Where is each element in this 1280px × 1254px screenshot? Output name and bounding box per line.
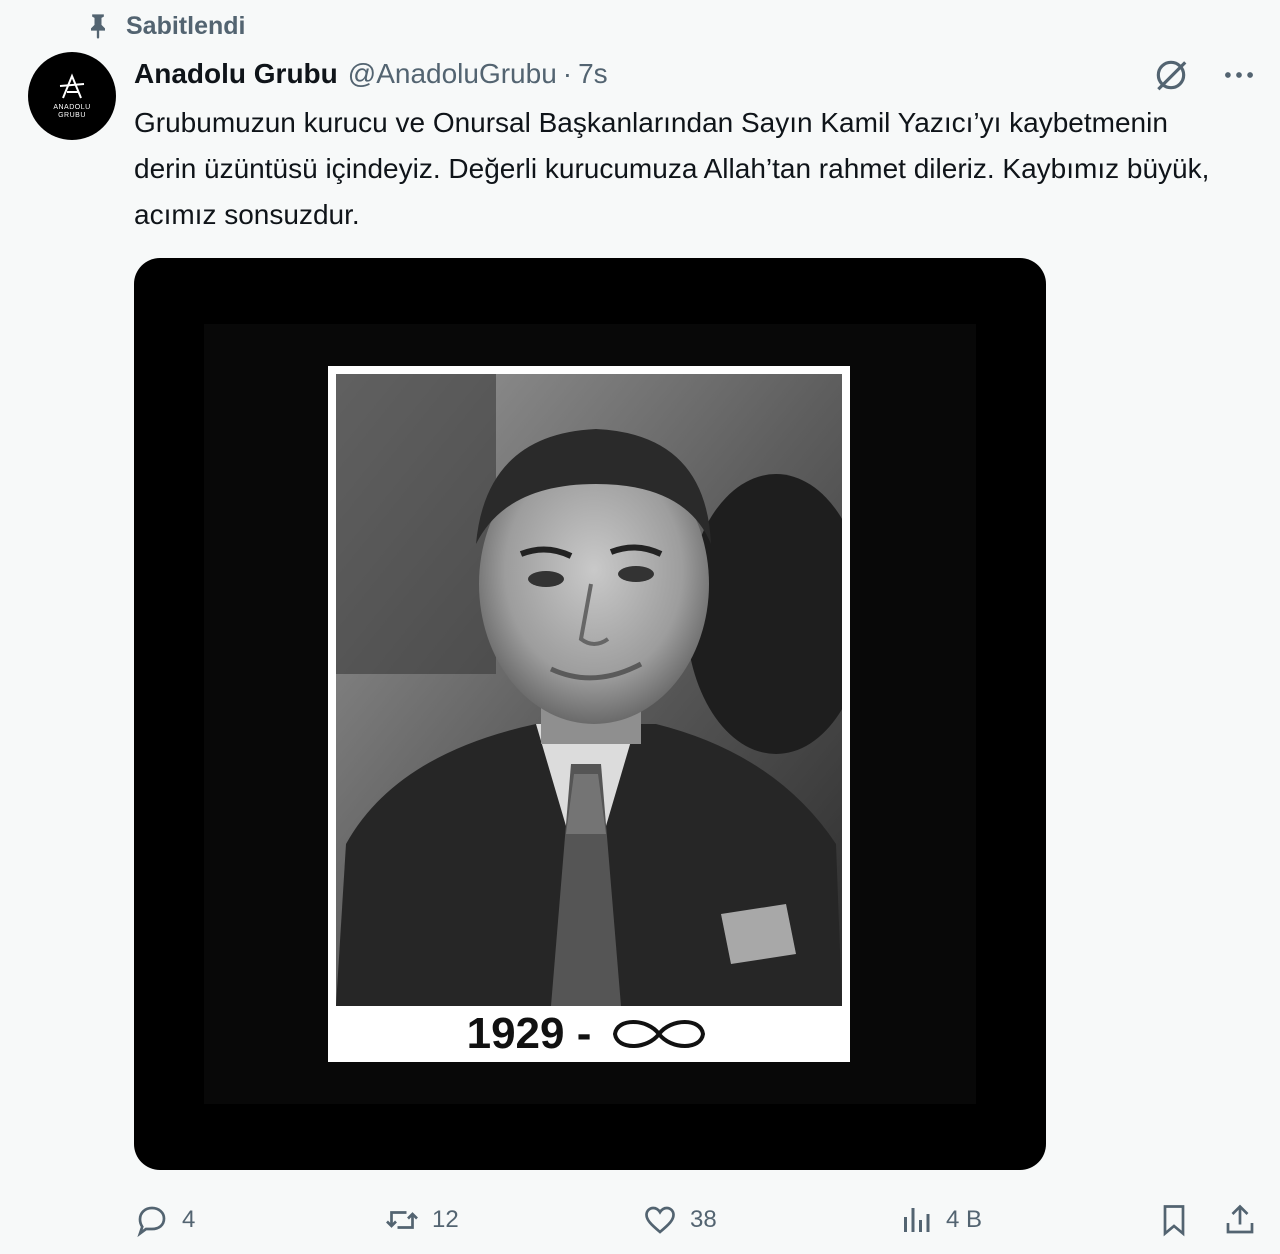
display-name[interactable]: Anadolu Grubu: [134, 58, 338, 90]
avatar[interactable]: ANADOLU GRUBU: [28, 52, 116, 140]
retweet-count: 12: [432, 1206, 459, 1233]
reply-count: 4: [182, 1206, 196, 1233]
like-count: 38: [690, 1206, 717, 1233]
user-handle[interactable]: @AnadoluGrubu: [348, 58, 557, 90]
timestamp[interactable]: 7s: [578, 58, 608, 90]
pinned-indicator: Sabitlendi: [84, 8, 245, 44]
heart-icon: [645, 1206, 675, 1234]
memorial-years: 1929 -: [328, 1006, 850, 1062]
pinned-label: Sabitlendi: [126, 11, 246, 40]
retweet-button[interactable]: 12: [384, 1198, 459, 1242]
more-icon[interactable]: [1220, 56, 1258, 94]
bookmark-icon: [1163, 1205, 1185, 1237]
year-text: 1929 -: [466, 1009, 592, 1058]
tweet-media[interactable]: 1929 -: [134, 258, 1046, 1170]
anadolu-logo-icon: [59, 73, 85, 99]
tweet-text: Grubumuzun kurucu ve Onursal Başkanların…: [134, 107, 1210, 230]
bookmark-button[interactable]: [1156, 1198, 1192, 1242]
share-icon: [1226, 1204, 1254, 1234]
portrait-photo: [336, 374, 842, 1006]
infinity-icon: [613, 1020, 706, 1048]
pin-icon: [91, 14, 105, 39]
share-button[interactable]: [1222, 1198, 1258, 1242]
views-icon: [904, 1208, 930, 1232]
avatar-logo-text: ANADOLU GRUBU: [53, 104, 91, 119]
views-button[interactable]: 4 B: [898, 1198, 982, 1242]
like-button[interactable]: 38: [642, 1198, 717, 1242]
reply-icon: [137, 1206, 166, 1238]
tweet-action-bar: 4 12 38 4 B: [134, 1198, 1258, 1242]
views-count: 4 B: [946, 1206, 983, 1233]
tweet-top-actions: [1152, 56, 1258, 94]
reply-button[interactable]: 4: [134, 1198, 195, 1242]
tweet-header: Anadolu Grubu @AnadoluGrubu · 7s: [134, 54, 608, 94]
separator-dot: ·: [562, 58, 573, 89]
retweet-icon: [386, 1211, 418, 1229]
memorial-portrait-frame: 1929 -: [328, 366, 850, 1062]
grok-icon[interactable]: [1152, 56, 1190, 94]
